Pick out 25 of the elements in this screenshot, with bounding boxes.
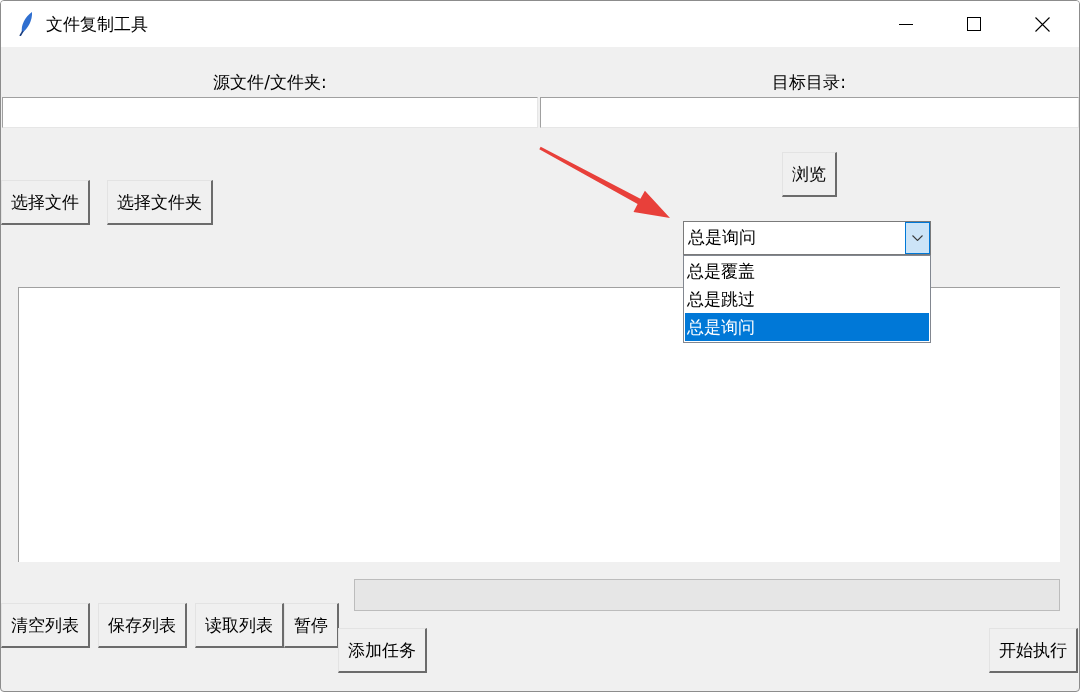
feather-icon [19,12,33,36]
add-task-button[interactable]: 添加任务 [338,628,427,673]
list-action-button[interactable]: 暂停 [284,603,339,648]
dropdown-button[interactable] [905,222,930,254]
list-action-button[interactable]: 保存列表 [98,603,187,648]
start-button[interactable]: 开始执行 [989,628,1078,673]
target-field[interactable] [540,97,1079,128]
dropdown-option[interactable]: 总是跳过 [685,285,929,313]
task-listbox[interactable] [18,287,1060,562]
dropdown-option[interactable]: 总是询问 [685,313,929,341]
list-action-button[interactable]: 清空列表 [1,603,90,648]
dropdown-option[interactable]: 总是覆盖 [685,257,929,285]
caret-icon [912,235,923,241]
list-action-button[interactable]: 读取列表 [195,603,284,648]
window-title: 文件复制工具 [46,15,148,33]
target-label: 目标目录: [772,72,846,92]
source-label: 源文件/文件夹: [213,72,327,92]
minimize-icon [899,23,913,25]
browse-button[interactable]: 浏览 [782,152,837,197]
close-icon [1034,16,1050,32]
select-source-button[interactable]: 选择文件夹 [107,180,213,225]
maximize-icon [967,17,981,31]
source-field[interactable] [2,97,538,128]
select-source-button[interactable]: 选择文件 [1,180,90,225]
mode-combobox[interactable]: 总是询问 [683,221,931,255]
